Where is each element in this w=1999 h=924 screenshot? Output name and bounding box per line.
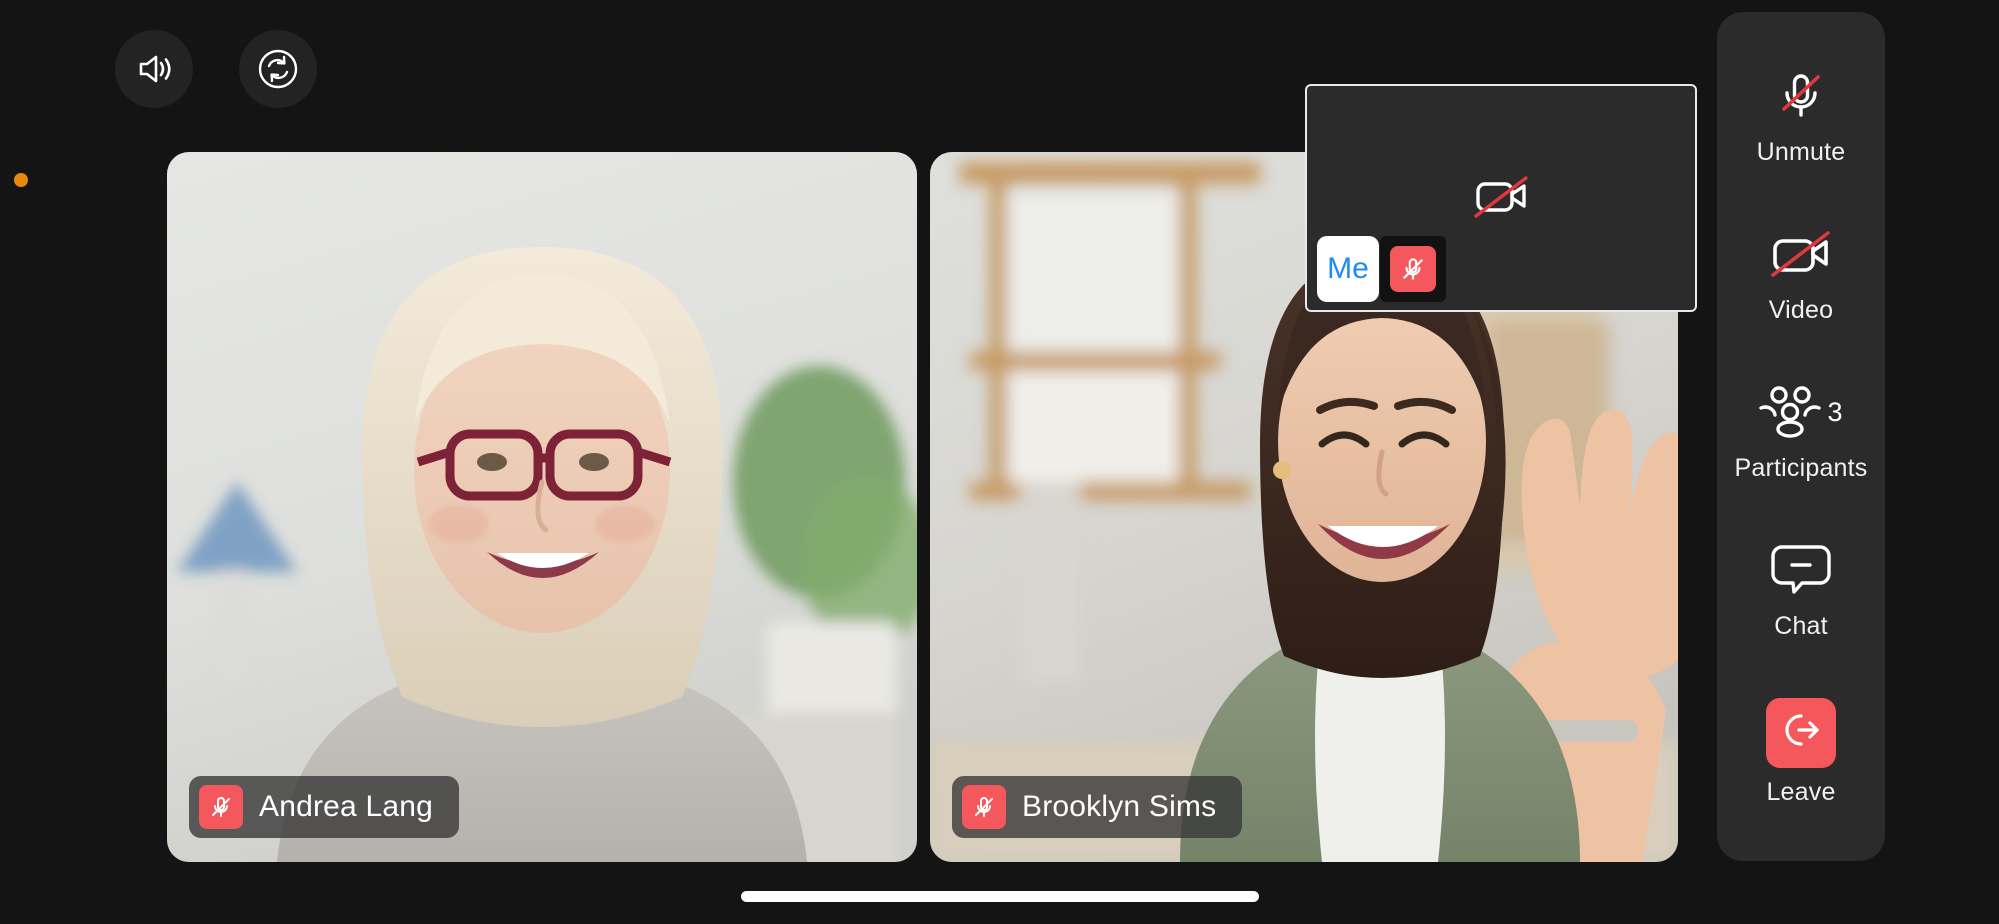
nameplate-participant-2: Brooklyn Sims — [952, 776, 1243, 838]
sidebar-item-participants[interactable]: 3 Participants — [1717, 382, 1885, 483]
chat-bubble-icon — [1770, 539, 1832, 602]
sidebar-label-leave: Leave — [1766, 777, 1836, 806]
mic-off-icon — [1772, 66, 1830, 129]
home-indicator[interactable] — [740, 891, 1259, 902]
video-off-icon — [1766, 225, 1836, 286]
participants-count: 3 — [1827, 397, 1843, 428]
video-tile-participant-1[interactable]: Andrea Lang — [167, 152, 917, 862]
participant-name: Brooklyn Sims — [1022, 790, 1217, 823]
call-controls-sidebar: Unmute Video 3 Participants Chat Leave — [1717, 12, 1885, 861]
self-view-mic-status[interactable] — [1380, 236, 1446, 302]
switch-camera-button[interactable] — [239, 30, 317, 108]
speaker-button[interactable] — [115, 30, 193, 108]
leave-button[interactable] — [1766, 697, 1836, 768]
sidebar-item-leave[interactable]: Leave — [1717, 697, 1885, 807]
speaker-icon — [131, 46, 177, 92]
sidebar-item-video[interactable]: Video — [1717, 224, 1885, 325]
video-call-screen: Andrea Lang Brooklyn Sims Me Unmute Vide… — [0, 0, 1999, 924]
sidebar-item-chat[interactable]: Chat — [1717, 540, 1885, 641]
sidebar-label-chat: Chat — [1774, 611, 1828, 640]
sidebar-label-participants: Participants — [1734, 453, 1868, 482]
leave-arrow-icon — [1779, 710, 1823, 755]
switch-camera-icon — [254, 45, 302, 93]
participant-video-andrea — [167, 152, 917, 862]
participant-name: Andrea Lang — [259, 790, 434, 823]
sidebar-label-unmute: Unmute — [1756, 138, 1846, 167]
recording-status-dot — [14, 173, 28, 187]
mic-off-icon — [1390, 246, 1436, 292]
mic-off-icon — [962, 785, 1006, 829]
video-off-icon — [1470, 170, 1532, 227]
top-control-bar — [115, 30, 317, 108]
video-stage: Andrea Lang Brooklyn Sims Me — [0, 0, 1715, 924]
participants-icon — [1759, 382, 1822, 443]
mic-off-icon — [199, 785, 243, 829]
self-view-pip[interactable]: Me — [1305, 84, 1697, 312]
sidebar-item-unmute[interactable]: Unmute — [1717, 66, 1885, 167]
sidebar-label-video: Video — [1768, 296, 1834, 325]
self-view-label: Me — [1317, 236, 1379, 302]
nameplate-participant-1: Andrea Lang — [189, 776, 460, 838]
self-view-chips: Me — [1317, 236, 1446, 302]
